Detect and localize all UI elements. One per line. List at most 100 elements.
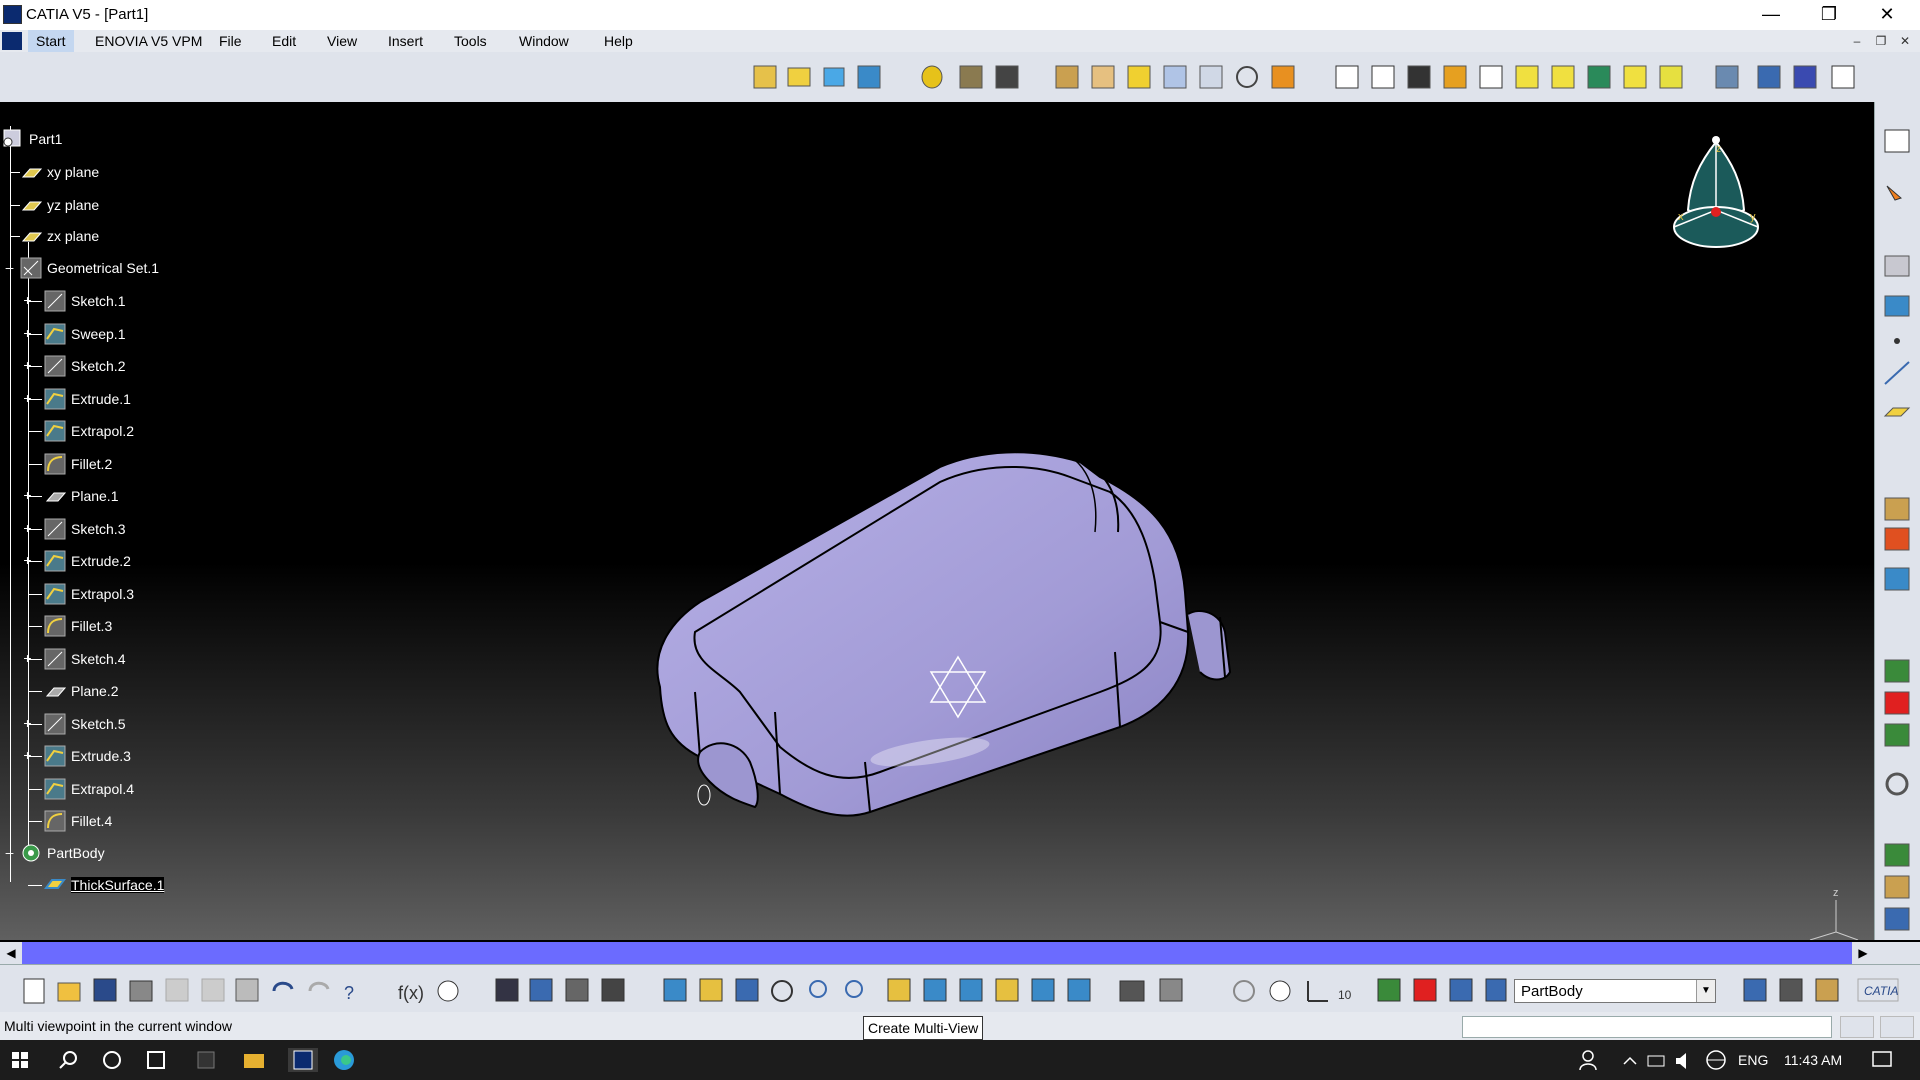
menu-help[interactable]: Help	[604, 33, 633, 49]
misc-tools[interactable]: CATIA	[1743, 978, 1899, 1002]
expand-icon[interactable]: +	[22, 553, 33, 567]
language-indicator[interactable]: ENG	[1738, 1052, 1768, 1068]
3d-part-model[interactable]	[640, 332, 1260, 872]
doc-restore-button[interactable]: ❐	[1872, 32, 1890, 50]
tree-item-xy-plane[interactable]: xy plane	[20, 161, 180, 183]
menu-insert[interactable]: Insert	[388, 33, 423, 49]
tree-item-geoset-child[interactable]: Plane.1	[44, 485, 194, 507]
status-message: Multi viewpoint in the current window	[4, 1018, 232, 1034]
scroll-left-arrow-icon[interactable]: ◀	[0, 942, 22, 964]
expand-icon[interactable]: +	[22, 391, 33, 405]
operation-tools[interactable]	[1055, 65, 1295, 89]
tree-item-geoset-child[interactable]: Extrude.2	[44, 550, 194, 572]
menu-tools[interactable]: Tools	[454, 33, 487, 49]
right-toolbar	[1874, 102, 1920, 940]
expand-icon[interactable]: +	[22, 326, 33, 340]
geometrical-set-icon	[20, 257, 42, 279]
doc-minimize-button[interactable]: –	[1848, 32, 1866, 50]
wireframe-tools[interactable]	[753, 65, 881, 89]
clock[interactable]: 11:43 AM	[1784, 1052, 1842, 1068]
sketcher-tools[interactable]	[1884, 129, 1910, 317]
edge-icon[interactable]	[334, 1050, 354, 1070]
part-tools[interactable]	[1884, 497, 1910, 931]
tree-item-geoset-child[interactable]: Sketch.1	[44, 290, 194, 312]
battery-icon[interactable]	[1647, 1055, 1665, 1067]
tree-item-geoset-child[interactable]: Fillet.2	[44, 453, 194, 475]
analysis-tools[interactable]	[1335, 65, 1683, 89]
tree-item-partbody[interactable]: PartBody	[20, 842, 180, 864]
knowledge-tools[interactable]: f(x)	[398, 978, 625, 1003]
status-button-2[interactable]	[1880, 1016, 1914, 1038]
3d-viewport[interactable]: Part1 xy plane yz plane zx plane – Geome…	[0, 102, 1874, 940]
close-button[interactable]: ✕	[1864, 0, 1910, 30]
menu-edit[interactable]: Edit	[272, 33, 296, 49]
volume-icon[interactable]	[1676, 1053, 1686, 1069]
app-n-icon[interactable]	[197, 1051, 215, 1069]
chevron-up-icon[interactable]	[1623, 1056, 1637, 1065]
minimize-button[interactable]: —	[1748, 0, 1794, 30]
surface-icon	[44, 388, 66, 410]
search-icon[interactable]	[59, 1051, 77, 1069]
surface-icon	[44, 583, 66, 605]
tree-item-zx-plane[interactable]: zx plane	[20, 225, 180, 247]
task-view-icon[interactable]	[147, 1051, 165, 1069]
menu-file[interactable]: File	[219, 33, 242, 49]
expand-icon[interactable]: +	[22, 293, 33, 307]
scroll-right-arrow-icon[interactable]: ▶	[1852, 942, 1874, 964]
globe-icon[interactable]	[1706, 1050, 1726, 1070]
tree-item-geoset-child[interactable]: Extrude.3	[44, 745, 194, 767]
view-tools[interactable]	[1715, 65, 1855, 89]
menu-view[interactable]: View	[327, 33, 357, 49]
tree-item-geoset-child[interactable]: Sweep.1	[44, 323, 194, 345]
axis-indicator-z: z	[1833, 887, 1839, 899]
status-button-1[interactable]	[1840, 1016, 1874, 1038]
catia-taskbar-icon[interactable]	[288, 1048, 318, 1072]
standard-tools[interactable]: ?	[23, 978, 354, 1004]
surface-tools[interactable]	[921, 65, 1019, 89]
catia-start-icon[interactable]	[2, 32, 22, 50]
tree-item-thicksurface[interactable]: ThickSurface.1	[44, 874, 204, 896]
expand-icon[interactable]: +	[22, 521, 33, 535]
people-icon[interactable]	[1579, 1050, 1597, 1071]
notifications-icon[interactable]	[1870, 1048, 1894, 1072]
cortana-icon[interactable]	[103, 1051, 121, 1069]
expand-icon[interactable]: +	[22, 748, 33, 762]
tree-item-geoset-child[interactable]: Extrapol.2	[44, 420, 194, 442]
menu-start[interactable]: Start	[28, 30, 74, 52]
tree-item-geoset-child[interactable]: Sketch.3	[44, 518, 194, 540]
menu-window[interactable]: Window	[519, 33, 569, 49]
tree-root-part1[interactable]: Part1	[2, 128, 182, 150]
surface-icon	[44, 420, 66, 442]
catia-logo-icon	[3, 5, 22, 24]
tree-item-geoset-child[interactable]: Extrapol.3	[44, 583, 194, 605]
expand-icon[interactable]: +	[22, 488, 33, 502]
collapse-partbody-icon[interactable]: –	[4, 845, 15, 859]
file-explorer-icon[interactable]	[244, 1054, 264, 1068]
collapse-geoset-icon[interactable]: –	[4, 260, 15, 274]
doc-close-button[interactable]: ✕	[1896, 32, 1914, 50]
render-tools[interactable]: 10	[1119, 978, 1507, 1002]
expand-icon[interactable]: +	[22, 651, 33, 665]
command-input[interactable]	[1462, 1016, 1832, 1038]
tree-item-geoset-child[interactable]: Sketch.5	[44, 713, 194, 735]
reference-elements[interactable]	[1883, 338, 1911, 417]
restore-button[interactable]: ❐	[1806, 0, 1852, 30]
tree-item-geometrical-set[interactable]: Geometrical Set.1	[20, 257, 200, 279]
tree-item-yz-plane[interactable]: yz plane	[20, 194, 180, 216]
tree-item-geoset-child[interactable]: Sketch.2	[44, 355, 194, 377]
expand-icon[interactable]: +	[22, 716, 33, 730]
menu-enovia[interactable]: ENOVIA V5 VPM	[95, 33, 202, 49]
tree-item-geoset-child[interactable]: Extrapol.4	[44, 778, 194, 800]
windows-taskbar: ENG 11:43 AM	[0, 1040, 1920, 1080]
tree-item-geoset-child[interactable]: Fillet.3	[44, 615, 194, 637]
expand-icon[interactable]: +	[22, 358, 33, 372]
tree-item-geoset-child[interactable]: Fillet.4	[44, 810, 194, 832]
tree-item-geoset-child[interactable]: Sketch.4	[44, 648, 194, 670]
tree-item-geoset-child[interactable]: Plane.2	[44, 680, 194, 702]
tree-item-geoset-child[interactable]: Extrude.1	[44, 388, 194, 410]
body-selector-dropdown[interactable]: PartBody ▼	[1514, 979, 1716, 1003]
compass-widget[interactable]: x y z	[1660, 132, 1780, 262]
view-tools[interactable]	[663, 978, 1091, 1002]
windows-start-icon[interactable]	[12, 1052, 28, 1068]
horizontal-scrollbar[interactable]: ◀ ▶	[0, 942, 1874, 964]
